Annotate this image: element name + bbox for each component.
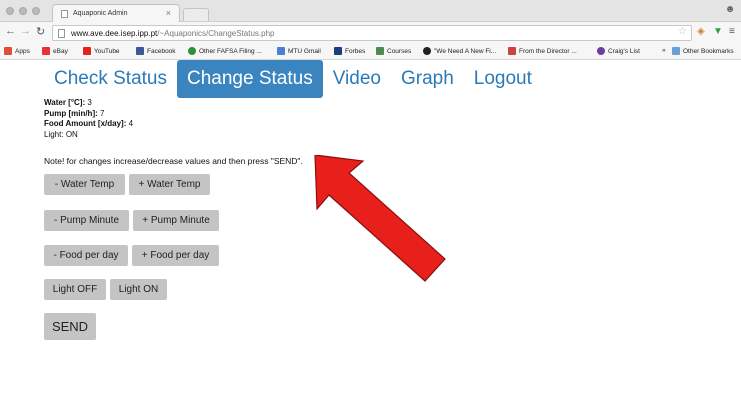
page-content: Check Status Change Status Video Graph L… (0, 60, 741, 400)
tab-title: Aquaponic Admin (73, 10, 128, 17)
page-favicon-icon (61, 10, 68, 18)
ebay-icon (42, 47, 50, 55)
back-arrow-icon[interactable]: ← (5, 25, 16, 37)
bookmark-ebay[interactable]: eBay (42, 47, 68, 55)
minimize-window-icon[interactable] (19, 7, 27, 15)
forbes-icon (334, 47, 342, 55)
bookmark-youtube[interactable]: YouTube (83, 47, 120, 55)
reload-icon[interactable]: ↻ (36, 25, 45, 38)
menu-graph[interactable]: Graph (391, 60, 464, 98)
bookmarks-overflow-chevron[interactable]: » (662, 47, 666, 54)
director-icon (508, 47, 516, 55)
user-profile-icon[interactable]: ☻ (723, 4, 737, 17)
annotation-arrow-icon (314, 155, 446, 282)
food-status: Food Amount [x/day]: 4 (44, 119, 134, 128)
status-panel: Water [°C]: 3 Pump [min/h]: 7 Food Amoun… (44, 98, 133, 140)
bookmark-craigs-list[interactable]: Craig's List (597, 47, 640, 55)
courses-icon (376, 47, 384, 55)
bookmark-star-icon[interactable]: ☆ (678, 26, 687, 37)
browser-tab-strip: Aquaponic Admin × ☻ (0, 0, 741, 22)
browser-toolbar: ← → ↻ www.ave.dee.isep.ipp.pt/~Aquaponic… (0, 22, 741, 44)
browser-tab[interactable]: Aquaponic Admin × (52, 4, 180, 22)
menu-logout[interactable]: Logout (464, 60, 542, 98)
facebook-icon (136, 47, 144, 55)
apps-grid-icon (4, 47, 12, 55)
fafsa-icon (188, 47, 196, 55)
main-menu: Check Status Change Status Video Graph L… (44, 60, 542, 98)
close-window-icon[interactable] (6, 7, 14, 15)
extension-icon[interactable]: ◈ (697, 26, 705, 37)
food-per-day-increase-button[interactable]: + Food per day (132, 245, 219, 266)
send-button[interactable]: SEND (44, 313, 96, 340)
water-temp-decrease-button[interactable]: - Water Temp (44, 174, 125, 195)
food-per-day-decrease-button[interactable]: - Food per day (44, 245, 128, 266)
shield-icon[interactable]: ▼ (713, 26, 723, 37)
youtube-icon (83, 47, 91, 55)
water-temp-increase-button[interactable]: + Water Temp (129, 174, 210, 195)
ted-icon (423, 47, 431, 55)
pump-status: Pump [min/h]: 7 (44, 108, 105, 118)
bookmark-forbes[interactable]: Forbes (334, 47, 365, 55)
page-info-icon (58, 29, 65, 38)
instructions-note: Note! for changes increase/decrease valu… (44, 156, 303, 166)
menu-change-status[interactable]: Change Status (177, 60, 323, 98)
bookmark-other-bookmarks[interactable]: Other Bookmarks (672, 47, 734, 55)
bookmark-from-the-director[interactable]: From the Director ... (508, 47, 577, 55)
menu-hamburger-icon[interactable]: ≡ (729, 26, 735, 37)
water-status: Water [°C]: 3 (44, 98, 92, 107)
bookmark-we-need-a-new[interactable]: "We Need A New Fi... (423, 47, 496, 55)
gmail-icon (277, 47, 285, 55)
bookmark-courses[interactable]: Courses (376, 47, 411, 55)
folder-icon (672, 47, 680, 55)
menu-check-status[interactable]: Check Status (44, 60, 177, 98)
bookmark-mtu-gmail[interactable]: MTU Gmail (277, 47, 321, 55)
url-path: /~Aquaponics/ChangeStatus.php (157, 29, 275, 38)
forward-arrow-icon[interactable]: → (20, 25, 31, 37)
craigslist-icon (597, 47, 605, 55)
tab-close-icon[interactable]: × (166, 8, 171, 18)
bookmarks-bar: Apps eBay YouTube Facebook Other FAFSA F… (0, 44, 741, 60)
menu-video[interactable]: Video (323, 60, 391, 98)
address-bar[interactable]: www.ave.dee.isep.ipp.pt/~Aquaponics/Chan… (52, 25, 692, 41)
light-status: Light: ON (44, 129, 78, 139)
light-on-button[interactable]: Light ON (110, 279, 167, 300)
pump-minute-increase-button[interactable]: + Pump Minute (133, 210, 219, 231)
bookmark-apps[interactable]: Apps (4, 47, 30, 55)
bookmark-facebook[interactable]: Facebook (136, 47, 176, 55)
maximize-window-icon[interactable] (32, 7, 40, 15)
pump-minute-decrease-button[interactable]: - Pump Minute (44, 210, 129, 231)
light-off-button[interactable]: Light OFF (44, 279, 106, 300)
url-host: www.ave.dee.isep.ipp.pt (71, 29, 158, 38)
bookmark-fafsa[interactable]: Other FAFSA Filing ... (188, 47, 262, 55)
new-tab-button[interactable] (183, 8, 209, 21)
